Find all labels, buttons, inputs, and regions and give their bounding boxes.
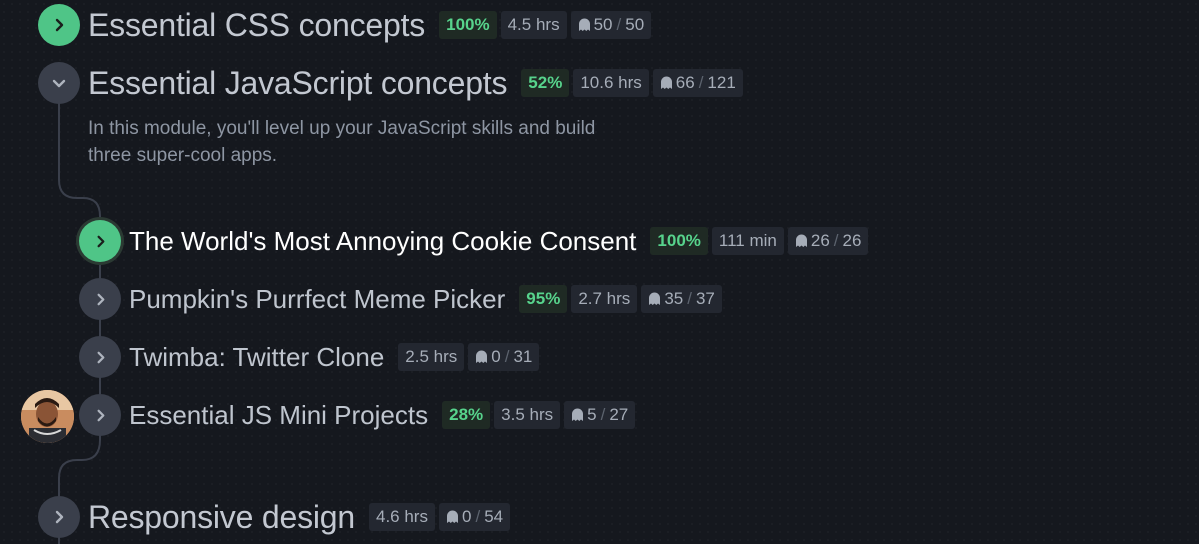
lesson-title[interactable]: The World's Most Annoying Cookie Consent bbox=[129, 226, 636, 257]
challenges-done: 0 bbox=[491, 347, 501, 366]
module-title[interactable]: Essential CSS concepts bbox=[88, 7, 425, 44]
module-title[interactable]: Essential JavaScript concepts bbox=[88, 65, 507, 102]
chevron-right-icon bbox=[55, 18, 64, 32]
ghost-icon bbox=[572, 408, 584, 421]
expand-button[interactable] bbox=[79, 278, 121, 320]
duration-badge: 4.6 hrs bbox=[369, 503, 435, 531]
chevron-right-icon bbox=[97, 293, 104, 305]
expand-button[interactable] bbox=[38, 4, 80, 46]
challenges-badge: 50/50 bbox=[570, 11, 652, 39]
lesson-title[interactable]: Pumpkin's Purrfect Meme Picker bbox=[129, 284, 505, 315]
ghost-icon bbox=[660, 76, 672, 89]
progress-badge: 100% bbox=[439, 11, 497, 39]
module-title[interactable]: Responsive design bbox=[88, 499, 355, 536]
ghost-icon bbox=[578, 18, 590, 31]
ghost-icon bbox=[649, 292, 661, 305]
module-description: In this module, you'll level up your Jav… bbox=[88, 118, 596, 166]
duration-badge: 3.5 hrs bbox=[494, 401, 561, 429]
module-responsive-design[interactable]: Responsive design 4.6 hrs 0/54 bbox=[38, 496, 511, 538]
lesson-js-mini-projects[interactable]: Essential JS Mini Projects 28% 3.5 hrs 5… bbox=[79, 394, 636, 436]
challenges-total: 121 bbox=[707, 73, 736, 92]
challenges-done: 35 bbox=[664, 289, 684, 308]
progress-badge: 95% bbox=[519, 285, 568, 313]
challenges-badge: 0/31 bbox=[468, 343, 540, 371]
progress-badge: 28% bbox=[442, 401, 491, 429]
challenges-badge: 5/27 bbox=[564, 401, 636, 429]
challenges-total: 26 bbox=[842, 231, 862, 250]
challenges-total: 54 bbox=[484, 507, 504, 526]
challenges-total: 31 bbox=[513, 347, 533, 366]
chevron-right-icon bbox=[97, 235, 104, 247]
module-essential-js[interactable]: Essential JavaScript concepts 52% 10.6 h… bbox=[38, 62, 743, 104]
challenges-total: 50 bbox=[625, 15, 645, 34]
challenges-total: 37 bbox=[695, 289, 715, 308]
duration-badge: 4.5 hrs bbox=[500, 11, 567, 39]
lesson-cookie-consent[interactable]: The World's Most Annoying Cookie Consent… bbox=[79, 220, 869, 262]
chevron-right-icon bbox=[97, 351, 104, 363]
expand-button[interactable] bbox=[38, 496, 80, 538]
lesson-title[interactable]: Essential JS Mini Projects bbox=[129, 400, 428, 431]
challenges-done: 50 bbox=[593, 15, 613, 34]
duration-badge: 2.7 hrs bbox=[571, 285, 638, 313]
expand-button[interactable] bbox=[79, 220, 121, 262]
duration-badge: 2.5 hrs bbox=[398, 343, 465, 371]
ghost-icon bbox=[476, 350, 488, 363]
duration-badge: 10.6 hrs bbox=[573, 69, 649, 97]
progress-badge: 52% bbox=[521, 69, 570, 97]
expand-button[interactable] bbox=[79, 394, 121, 436]
module-essential-css[interactable]: Essential CSS concepts 100% 4.5 hrs 50/5… bbox=[38, 4, 652, 46]
avatar[interactable] bbox=[21, 390, 74, 443]
progress-badge: 100% bbox=[650, 227, 708, 255]
lesson-meme-picker[interactable]: Pumpkin's Purrfect Meme Picker 95% 2.7 h… bbox=[79, 278, 722, 320]
lesson-title[interactable]: Twimba: Twitter Clone bbox=[129, 342, 384, 373]
challenges-done: 0 bbox=[461, 507, 472, 526]
avatar-image bbox=[21, 390, 74, 443]
chevron-right-icon bbox=[97, 409, 104, 421]
challenges-total: 27 bbox=[609, 405, 629, 424]
duration-badge: 111 min bbox=[711, 227, 784, 255]
collapse-button[interactable] bbox=[38, 62, 80, 104]
challenges-badge: 35/37 bbox=[641, 285, 722, 313]
challenges-done: 26 bbox=[810, 231, 830, 250]
challenges-done: 5 bbox=[587, 405, 597, 424]
lesson-twimba[interactable]: Twimba: Twitter Clone 2.5 hrs 0/31 bbox=[79, 336, 540, 378]
chevron-down-icon bbox=[52, 79, 66, 88]
challenges-done: 66 bbox=[675, 73, 695, 92]
ghost-icon bbox=[795, 234, 807, 247]
challenges-badge: 26/26 bbox=[787, 227, 869, 255]
challenges-badge: 0/54 bbox=[438, 503, 511, 531]
expand-button[interactable] bbox=[79, 336, 121, 378]
challenges-badge: 66/121 bbox=[652, 69, 743, 97]
chevron-right-icon bbox=[55, 510, 64, 524]
ghost-icon bbox=[446, 510, 458, 523]
